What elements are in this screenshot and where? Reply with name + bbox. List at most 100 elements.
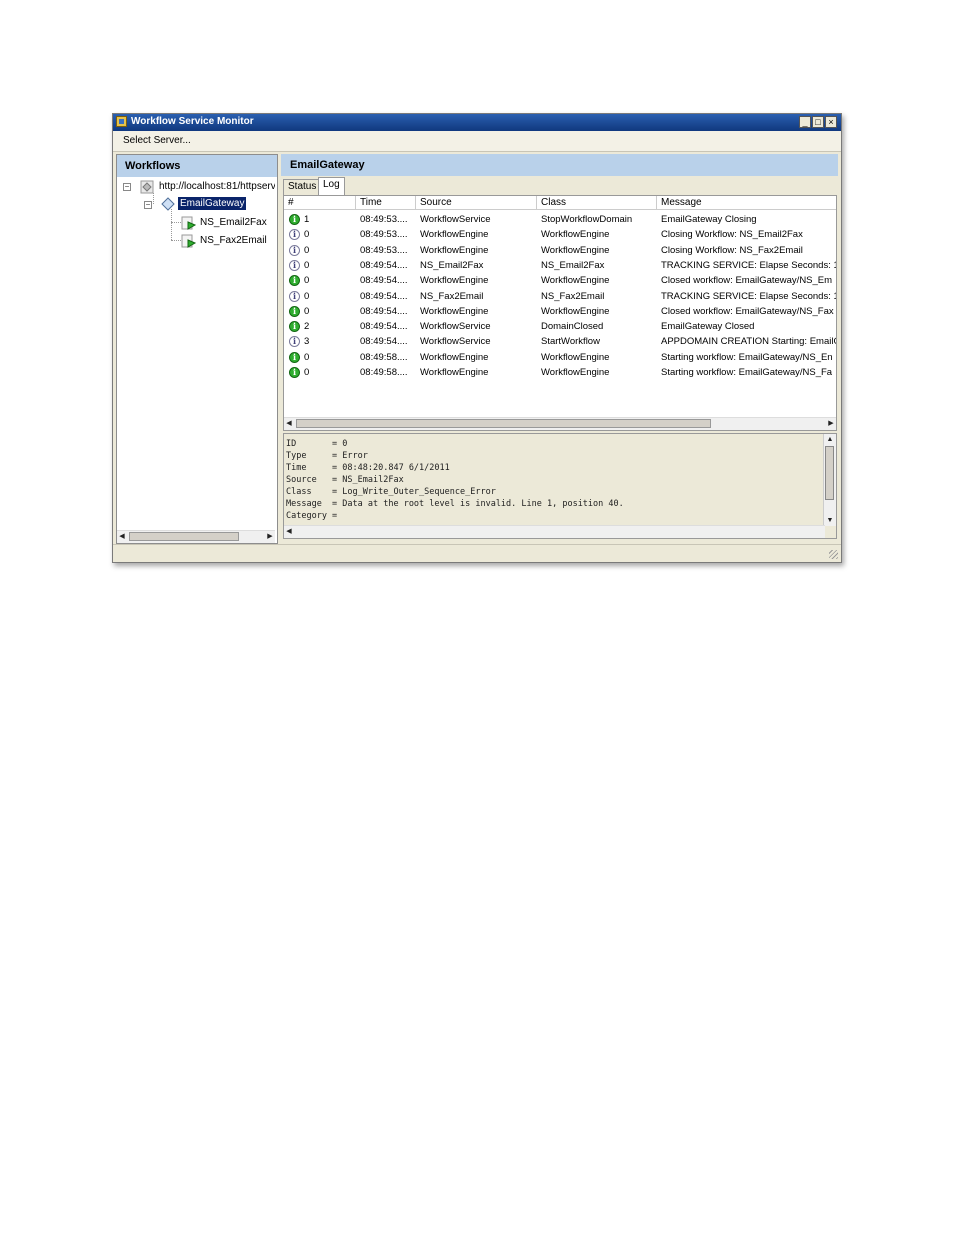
title-bar[interactable]: Workflow Service Monitor _ □ × — [113, 114, 841, 131]
column-header-source[interactable]: Source — [416, 196, 537, 210]
minimize-button[interactable]: _ — [799, 116, 811, 128]
log-row[interactable]: i 0 08:49:58.... WorkflowEngine WorkflowEngi… — [284, 350, 836, 365]
tree-label-gateway: EmailGateway — [178, 197, 247, 210]
log-row[interactable]: i 0 08:49:54.... WorkflowEngine WorkflowEngi… — [284, 304, 836, 319]
tree-node-ns-fax2email[interactable]: NS_Fax2Email — [117, 233, 275, 249]
cell-source: WorkflowEngine — [420, 351, 489, 363]
scroll-thumb[interactable] — [296, 419, 711, 428]
cell-source: WorkflowEngine — [420, 305, 489, 317]
cell-class: DomainClosed — [541, 321, 604, 333]
cell-class: WorkflowEngine — [541, 367, 610, 378]
scroll-thumb[interactable] — [825, 446, 834, 500]
detail-line-category: Category = — [286, 511, 338, 521]
cell-number: 0 — [304, 244, 310, 256]
cell-message: APPDOMAIN CREATION Starting: EmailG — [661, 336, 837, 348]
scroll-up-arrow-icon[interactable]: ▲ — [824, 434, 836, 445]
detail-line-id: ID = 0 — [286, 439, 348, 449]
tree-label-child: NS_Email2Fax — [200, 217, 267, 228]
cell-message: TRACKING SERVICE: Elapse Seconds: 1 — [661, 290, 837, 302]
log-row[interactable]: i 3 08:49:54.... WorkflowService StartWorkfl… — [284, 334, 837, 349]
tree-label-root: http://localhost:81/httpserv — [159, 181, 275, 192]
detail-title: EmailGateway — [290, 159, 365, 171]
log-row[interactable]: i 0 08:49:58.... WorkflowEngine WorkflowEngi… — [284, 365, 836, 380]
log-row[interactable]: i 0 08:49:53.... WorkflowEngine WorkflowEngi… — [284, 227, 836, 242]
cell-source: WorkflowService — [420, 321, 491, 333]
cell-message: EmailGateway Closed — [661, 321, 755, 333]
window-title: Workflow Service Monitor — [131, 116, 254, 127]
info-status-icon: i — [289, 336, 300, 348]
cell-class: WorkflowEngine — [541, 244, 610, 256]
cell-time: 08:49:53.... — [360, 244, 408, 256]
workflow-icon — [181, 234, 196, 248]
workflows-title: Workflows — [125, 160, 181, 172]
collapse-icon[interactable]: − — [123, 183, 131, 191]
scroll-thumb[interactable] — [129, 532, 239, 541]
cell-source: WorkflowEngine — [420, 367, 489, 378]
scroll-left-arrow-icon[interactable]: ◀ — [284, 526, 294, 538]
log-row[interactable]: i 0 08:49:53.... WorkflowEngine WorkflowEngi… — [284, 243, 836, 258]
tree-node-emailgateway[interactable]: − EmailGateway — [117, 196, 275, 212]
success-status-icon: i — [289, 367, 300, 378]
workflow-icon — [181, 216, 196, 230]
tab-log[interactable]: Log — [318, 177, 345, 196]
tab-status[interactable]: Status — [283, 179, 322, 195]
cell-message: EmailGateway Closing — [661, 214, 757, 225]
log-row[interactable]: i 1 08:49:53.... WorkflowService StopWorkflo… — [284, 212, 836, 227]
detail-vertical-scrollbar[interactable]: ▲ ▼ — [823, 434, 836, 526]
column-header-number[interactable]: # — [284, 196, 356, 210]
tree-horizontal-scrollbar[interactable]: ◀ ▶ — [117, 530, 275, 543]
cell-source: WorkflowService — [420, 336, 491, 348]
column-header-time[interactable]: Time — [356, 196, 416, 210]
scroll-right-arrow-icon[interactable]: ▶ — [826, 418, 836, 430]
cell-message: Closed workflow: EmailGateway/NS_Fax — [661, 305, 834, 317]
cell-number: 0 — [304, 367, 310, 378]
cell-time: 08:49:53.... — [360, 229, 408, 241]
column-header-message[interactable]: Message — [657, 196, 836, 210]
detail-header: EmailGateway — [281, 154, 838, 176]
cell-class: WorkflowEngine — [541, 351, 610, 363]
menu-select-server[interactable]: Select Server... — [123, 135, 191, 146]
column-header-class[interactable]: Class — [537, 196, 657, 210]
scroll-right-arrow-icon[interactable]: ▶ — [265, 531, 275, 543]
cell-time: 08:49:54.... — [360, 336, 408, 348]
detail-line-time: Time = 08:48:20.847 6/1/2011 — [286, 463, 450, 473]
tree-label-child: NS_Fax2Email — [200, 235, 267, 246]
tree-node-ns-email2fax[interactable]: NS_Email2Fax — [117, 215, 275, 231]
cell-class: StopWorkflowDomain — [541, 214, 633, 225]
cell-time: 08:49:54.... — [360, 305, 408, 317]
success-status-icon: i — [289, 351, 300, 363]
maximize-button[interactable]: □ — [812, 116, 824, 128]
cell-number: 1 — [304, 214, 310, 225]
close-button[interactable]: × — [825, 116, 837, 128]
info-status-icon: i — [289, 244, 300, 256]
success-status-icon: i — [289, 305, 300, 317]
cell-number: 0 — [304, 229, 310, 241]
workflows-pane: Workflows − http://localhost:81/httpserv… — [116, 154, 278, 544]
scroll-left-arrow-icon[interactable]: ◀ — [117, 531, 127, 543]
cell-time: 08:49:58.... — [360, 351, 408, 363]
cell-source: NS_Email2Fax — [420, 259, 484, 271]
menu-bar: Select Server... — [113, 131, 841, 152]
resize-grip-icon[interactable] — [829, 550, 838, 559]
log-row[interactable]: i 0 08:49:54.... NS_Fax2Email NS_Fax2Email TR… — [284, 289, 837, 304]
cell-class: NS_Email2Fax — [541, 259, 605, 271]
workflows-header: Workflows — [117, 155, 277, 177]
log-row[interactable]: i 2 08:49:54.... WorkflowService DomainClose… — [284, 319, 836, 334]
collapse-icon[interactable]: − — [144, 201, 152, 209]
tree-node-root[interactable]: − http://localhost:81/httpserv — [117, 179, 275, 195]
log-row[interactable]: i 0 08:49:54.... WorkflowEngine WorkflowEngi… — [284, 273, 836, 288]
detail-horizontal-scrollbar[interactable]: ◀ — [284, 525, 825, 538]
detail-line-type: Type = Error — [286, 451, 368, 461]
detail-line-message: Message = Data at the root level is inva… — [286, 499, 624, 509]
success-status-icon: i — [289, 214, 300, 225]
cell-time: 08:49:54.... — [360, 259, 408, 271]
log-list: # Time Source Class Message i 1 08:49:53..… — [283, 195, 837, 431]
log-horizontal-scrollbar[interactable]: ◀ ▶ — [284, 417, 836, 430]
scroll-down-arrow-icon[interactable]: ▼ — [824, 515, 836, 526]
detail-line-class: Class = Log_Write_Outer_Sequence_Error — [286, 487, 496, 497]
scroll-left-arrow-icon[interactable]: ◀ — [284, 418, 294, 430]
cell-source: WorkflowEngine — [420, 244, 489, 256]
cell-class: WorkflowEngine — [541, 275, 610, 287]
server-icon — [140, 180, 154, 194]
log-row[interactable]: i 0 08:49:54.... NS_Email2Fax NS_Email2Fax TR… — [284, 258, 836, 273]
